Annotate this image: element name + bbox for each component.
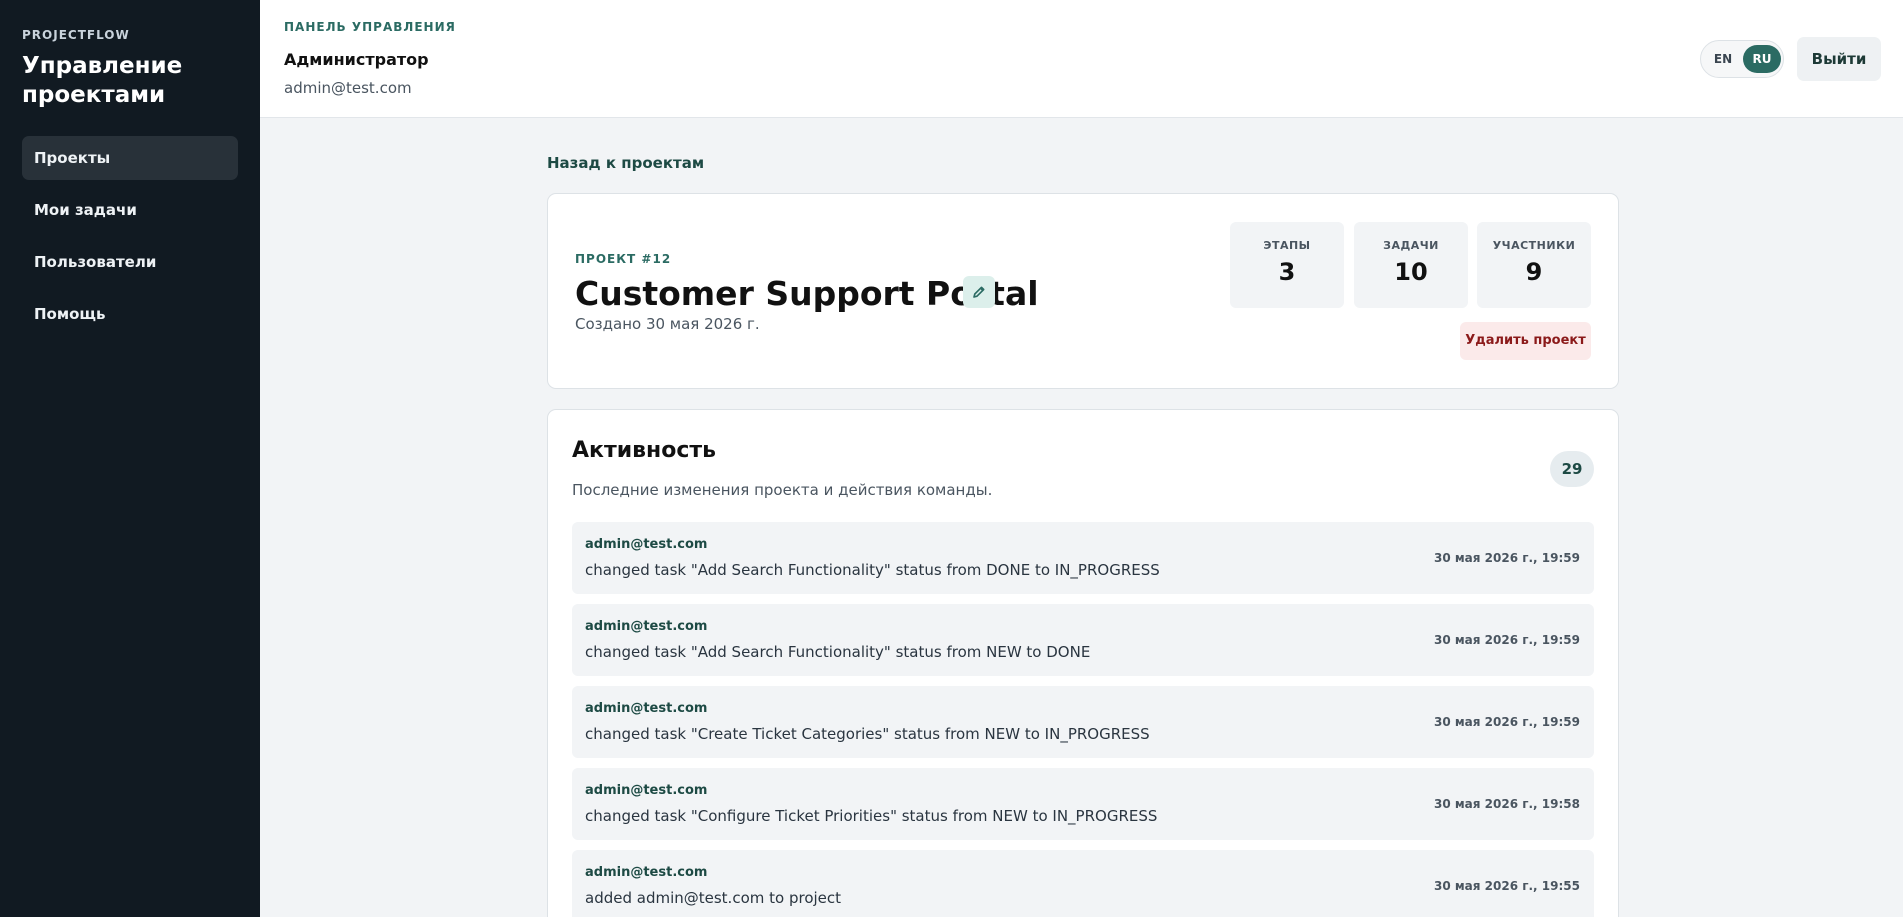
header-user-name: Администратор xyxy=(284,50,429,69)
activity-user: admin@test.com xyxy=(585,619,708,634)
activity-text: added admin@test.com to project xyxy=(585,889,842,907)
activity-card: Активность Последние изменения проекта и… xyxy=(547,409,1619,917)
activity-time: 30 мая 2026 г., 19:59 xyxy=(1433,551,1580,565)
activity-item: admin@test.com changed task "Add Search … xyxy=(572,522,1594,594)
header-user-email: admin@test.com xyxy=(284,79,412,97)
sidebar: PROJECTFLOW Управление проектами Проекты… xyxy=(0,0,260,917)
activity-count-badge: 29 xyxy=(1550,451,1594,487)
lang-en-option[interactable]: EN xyxy=(1704,45,1742,73)
activity-user: admin@test.com xyxy=(585,701,708,716)
stat-tasks-value: 10 xyxy=(1394,258,1428,286)
activity-time: 30 мая 2026 г., 19:55 xyxy=(1433,879,1580,893)
activity-time: 30 мая 2026 г., 19:58 xyxy=(1433,797,1580,811)
stat-members: УЧАСТНИКИ 9 xyxy=(1477,222,1591,308)
project-kicker: ПРОЕКТ #12 xyxy=(575,252,672,266)
stat-stages: ЭТАПЫ 3 xyxy=(1230,222,1344,308)
stat-stages-label: ЭТАПЫ xyxy=(1263,239,1311,252)
activity-text: changed task "Create Ticket Categories" … xyxy=(585,725,1150,743)
project-created-date: Создано 30 мая 2026 г. xyxy=(575,315,760,333)
activity-user: admin@test.com xyxy=(585,783,708,798)
activity-title: Активность xyxy=(572,438,717,463)
stat-members-label: УЧАСТНИКИ xyxy=(1492,239,1576,252)
activity-subtitle: Последние изменения проекта и действия к… xyxy=(572,481,993,499)
header-kicker: ПАНЕЛЬ УПРАВЛЕНИЯ xyxy=(284,20,456,34)
activity-time: 30 мая 2026 г., 19:59 xyxy=(1433,633,1580,647)
pencil-icon xyxy=(973,286,985,298)
sidebar-item-projects[interactable]: Проекты xyxy=(22,136,238,180)
back-to-projects-link[interactable]: Назад к проектам xyxy=(547,154,704,172)
stat-members-value: 9 xyxy=(1525,258,1543,286)
language-toggle: EN RU xyxy=(1700,40,1784,78)
activity-list: admin@test.com changed task "Add Search … xyxy=(572,522,1594,917)
activity-text: changed task "Add Search Functionality" … xyxy=(585,643,1091,661)
activity-text: changed task "Add Search Functionality" … xyxy=(585,561,1160,579)
lang-ru-option[interactable]: RU xyxy=(1743,45,1781,73)
brand-kicker: PROJECTFLOW xyxy=(22,28,130,42)
project-card: ПРОЕКТ #12 Customer Support Portal Созда… xyxy=(547,193,1619,389)
logout-button[interactable]: Выйти xyxy=(1797,37,1881,81)
activity-item: admin@test.com changed task "Configure T… xyxy=(572,768,1594,840)
activity-time: 30 мая 2026 г., 19:59 xyxy=(1433,715,1580,729)
stat-stages-value: 3 xyxy=(1278,258,1296,286)
sidebar-item-help[interactable]: Помощь xyxy=(22,292,238,336)
sidebar-item-users[interactable]: Пользователи xyxy=(22,240,238,284)
stat-tasks-label: ЗАДАЧИ xyxy=(1383,239,1439,252)
activity-user: admin@test.com xyxy=(585,537,708,552)
sidebar-nav: Проекты Мои задачи Пользователи Помощь xyxy=(22,136,238,336)
activity-text: changed task "Configure Ticket Prioritie… xyxy=(585,807,1158,825)
stat-tasks: ЗАДАЧИ 10 xyxy=(1354,222,1468,308)
delete-project-button[interactable]: Удалить проект xyxy=(1460,322,1591,360)
activity-user: admin@test.com xyxy=(585,865,708,880)
activity-item: admin@test.com added admin@test.com to p… xyxy=(572,850,1594,917)
top-header: ПАНЕЛЬ УПРАВЛЕНИЯ Администратор admin@te… xyxy=(260,0,1903,118)
activity-item: admin@test.com changed task "Create Tick… xyxy=(572,686,1594,758)
activity-item: admin@test.com changed task "Add Search … xyxy=(572,604,1594,676)
sidebar-item-my-tasks[interactable]: Мои задачи xyxy=(22,188,238,232)
brand-title: Управление проектами xyxy=(22,53,183,108)
edit-project-button[interactable] xyxy=(963,276,995,308)
